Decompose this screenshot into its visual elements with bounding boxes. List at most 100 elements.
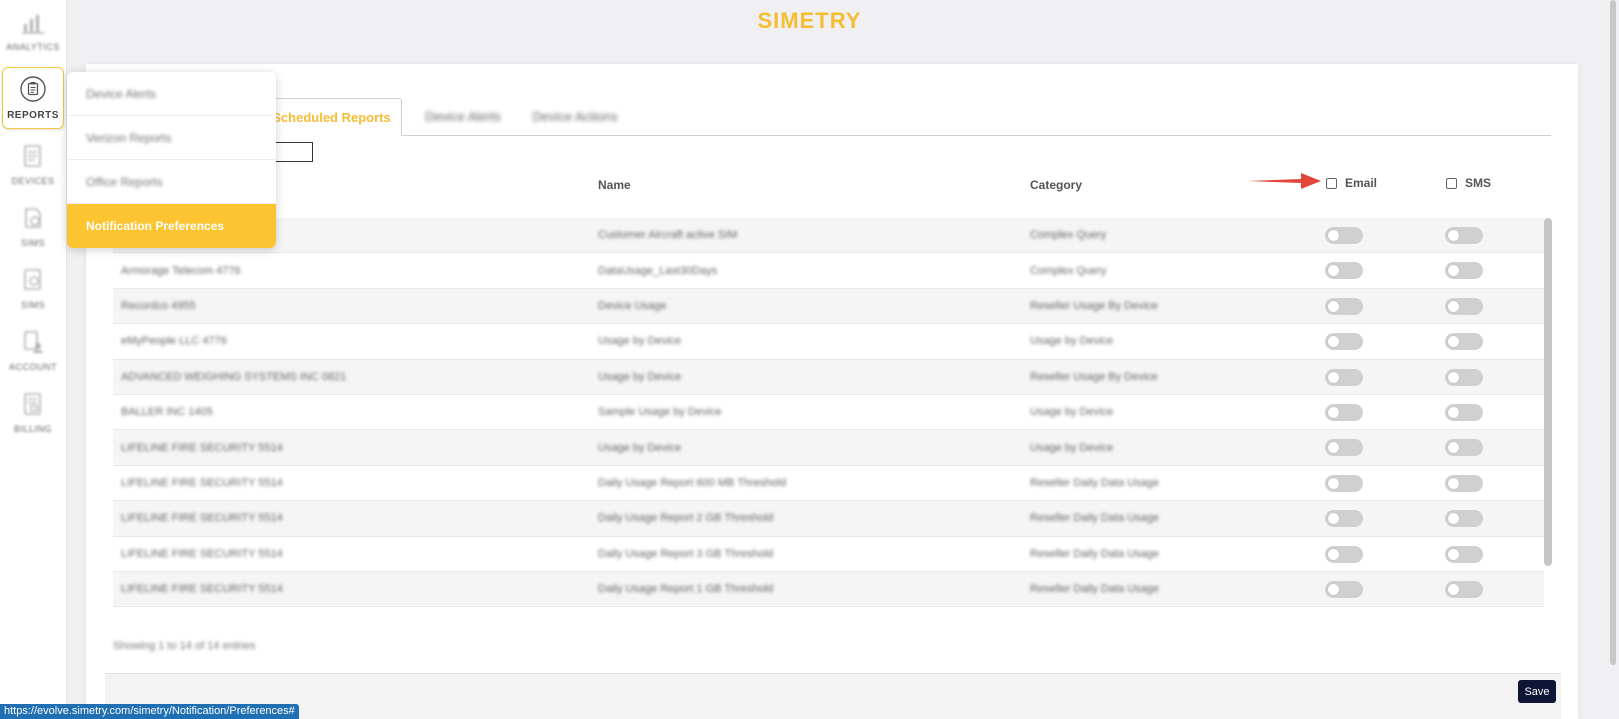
category-cell: Complex Query (1030, 264, 1107, 277)
sms-toggle[interactable] (1445, 297, 1483, 315)
email-toggle[interactable] (1325, 262, 1363, 280)
report-tabs: Scheduled Reports Device Alerts Device A… (105, 98, 1551, 137)
table-row: LIFELINE FIRE SECURITY 5514 Daily Usage R… (113, 571, 1544, 608)
sidebar-item-devices[interactable]: DEVICES (0, 134, 66, 196)
email-toggle[interactable] (1325, 297, 1363, 315)
menu-item-office-reports[interactable]: Office Reports (67, 160, 276, 204)
column-header-category: Category (1030, 178, 1083, 192)
sms-header-label: SMS (1465, 176, 1492, 190)
report-name-cell: Device Usage (598, 299, 667, 312)
sms-toggle[interactable] (1445, 439, 1483, 457)
table-row: Armorage Telecom 4776 DataUsage_Last30Day… (113, 253, 1544, 289)
account-cell: LIFELINE FIRE SECURITY 5514 (121, 441, 283, 454)
menu-item-notification-preferences[interactable]: Notification Preferences (67, 204, 276, 248)
email-select-all-checkbox[interactable] (1326, 177, 1337, 189)
report-name-cell: 10 MB Daily Data Usage Alert (598, 607, 744, 612)
sms-select-all-checkbox[interactable] (1446, 177, 1457, 189)
category-cell: Complex Query (1030, 229, 1107, 242)
table-row: LIFELINE FIRE SECURITY 5514 Usage by Devi… (113, 430, 1544, 466)
account-cell: BALLER INC 1405 (121, 406, 213, 419)
sidebar-item-label: REPORTS (7, 109, 59, 121)
menu-item-verizon-reports[interactable]: Verizon Reports (67, 116, 276, 160)
sim-card-icon (22, 206, 44, 230)
category-cell: Reseller Daily Data Usage (1030, 512, 1159, 525)
menu-item-device-alerts[interactable]: Device Alerts (67, 72, 276, 116)
sidebar-item-billing[interactable]: BILLING (0, 382, 66, 444)
menu-item-label: Device Alerts (86, 86, 157, 101)
table-row: Great Lakes LLC 0259 10 MB Daily Data Usa… (113, 607, 1544, 612)
menu-item-label: Notification Preferences (86, 219, 225, 233)
sidebar-item-label: BILLING (13, 424, 52, 434)
sms-toggle[interactable] (1445, 545, 1483, 563)
invoice-icon (22, 392, 44, 416)
sidebar-item-reports[interactable]: REPORTS (2, 67, 64, 129)
account-cell: Recordco 4955 (121, 299, 196, 312)
table-row: Recordco 4955 Device Usage Reseller Usage … (113, 288, 1544, 325)
report-name-cell: Daily Usage Report 3 GB Threshold (598, 547, 774, 560)
tab-device-alerts[interactable]: Device Alerts (417, 98, 509, 136)
table-row: eMyPeople LLC 4776 Usage by Device Usage b… (113, 324, 1544, 360)
column-header-name: Name (598, 178, 631, 192)
brand-title: SIMETRY (757, 8, 862, 33)
status-bar-url: https://evolve.simetry.com/simetry/Notif… (0, 704, 299, 719)
email-toggle[interactable] (1325, 580, 1363, 598)
sms-toggle[interactable] (1445, 368, 1483, 386)
email-toggle[interactable] (1325, 333, 1363, 351)
window-scrollbar[interactable] (1610, 0, 1616, 665)
reports-dropdown-menu: Device Alerts Verizon Reports Office Rep… (67, 72, 276, 248)
save-button[interactable]: Save (1518, 680, 1556, 703)
email-toggle[interactable] (1325, 368, 1363, 386)
email-toggle[interactable] (1325, 227, 1363, 244)
menu-item-label: Verizon Reports (86, 130, 172, 145)
table-row: BALLER INC 1405 Sample Usage by Device Usa… (113, 395, 1544, 431)
sms-toggle[interactable] (1445, 510, 1483, 528)
tab-device-actions[interactable]: Device Actions (521, 98, 629, 136)
table-scrollbar[interactable] (1544, 218, 1552, 566)
account-cell: ADVANCED WEIGHING SYSTEMS INC 0821 (121, 370, 347, 383)
account-cell: eMyPeople LLC 4776 (121, 335, 227, 348)
sidebar-item-label: SIMS (20, 238, 45, 248)
account-cell: LIFELINE FIRE SECURITY 5514 (121, 547, 283, 560)
email-toggle[interactable] (1325, 510, 1363, 528)
email-header-label: Email (1345, 176, 1378, 190)
category-cell: Usage by Device (1030, 441, 1114, 454)
table-row: ADVANCED WEIGHING SYSTEMS INC 0821 Usage … (113, 359, 1544, 395)
sidebar-item-account[interactable]: ACCOUNT (0, 320, 66, 382)
account-cell: Great Lakes LLC 0259 (121, 607, 232, 612)
table-info: Showing 1 to 14 of 14 entries (113, 640, 256, 652)
annotation-arrow-icon (1247, 173, 1321, 189)
report-name-cell: Usage by Device (598, 370, 682, 383)
category-cell: Reseller Daily Data Usage (1030, 607, 1159, 612)
category-cell: Reseller Daily Data Usage (1030, 547, 1159, 560)
table-row: LIFELINE FIRE SECURITY 5514 Daily Usage R… (113, 537, 1544, 572)
category-cell: Usage by Device (1030, 335, 1114, 348)
account-cell: LIFELINE FIRE SECURITY 5514 (121, 476, 283, 489)
email-toggle[interactable] (1325, 403, 1363, 421)
preferences-table: Advanced Telecom LLCCustomer Aircraft ac… (113, 218, 1544, 612)
sidebar-item-sims[interactable]: SIMS (0, 196, 66, 258)
email-toggle[interactable] (1325, 439, 1363, 457)
email-toggle[interactable] (1325, 474, 1363, 492)
sidebar-item-sims-settings[interactable]: SIMS (0, 258, 66, 320)
document-icon (22, 144, 44, 168)
sms-toggle[interactable] (1445, 333, 1483, 351)
sidebar: ANALYTICS REPORTS DEVICES SIMS SIMS ACCO… (0, 0, 67, 719)
sms-toggle[interactable] (1445, 474, 1483, 492)
sms-toggle[interactable] (1445, 403, 1483, 421)
sms-toggle[interactable] (1445, 262, 1483, 280)
report-name-cell: DataUsage_Last30Days (598, 264, 718, 277)
sms-toggle[interactable] (1445, 227, 1483, 244)
sms-toggle[interactable] (1445, 580, 1483, 598)
category-cell: Reseller Usage By Device (1030, 370, 1158, 383)
user-doc-icon (22, 330, 44, 354)
category-cell: Reseller Daily Data Usage (1030, 476, 1159, 489)
report-name-cell: Daily Usage Report 2 GB Threshold (598, 512, 774, 525)
tab-scheduled-reports[interactable]: Scheduled Reports (261, 98, 402, 137)
table-row: LIFELINE FIRE SECURITY 5514 Daily Usage R… (113, 466, 1544, 502)
account-cell: Armorage Telecom 4776 (121, 264, 241, 277)
report-name-cell: Customer Aircraft active SIM (598, 229, 738, 242)
category-cell: Reseller Usage By Device (1030, 299, 1158, 312)
table-row: LIFELINE FIRE SECURITY 5514 Daily Usage R… (113, 501, 1544, 537)
report-name-cell: Sample Usage by Device (598, 406, 722, 419)
email-toggle[interactable] (1325, 545, 1363, 563)
